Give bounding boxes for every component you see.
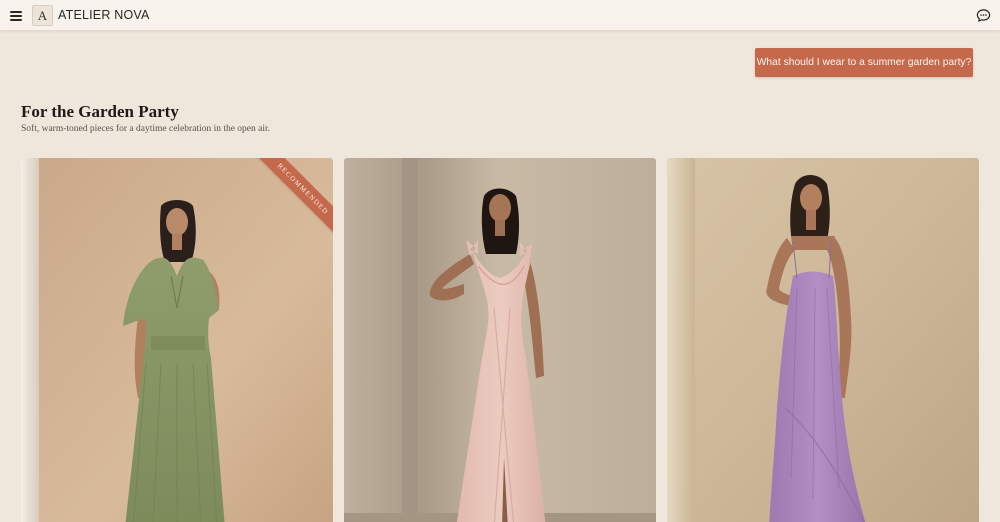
brand-name[interactable]: ATELIER NOVA bbox=[58, 8, 150, 22]
product-image-lavender-dress bbox=[667, 158, 979, 522]
user-query-bubble: What should I wear to a summer garden pa… bbox=[755, 48, 973, 77]
hamburger-menu-icon[interactable] bbox=[9, 9, 23, 22]
product-image-blush-dress bbox=[344, 158, 656, 522]
section-subtitle: Soft, warm-toned pieces for a daytime ce… bbox=[21, 124, 271, 134]
product-card-blush-dress[interactable] bbox=[344, 158, 656, 522]
product-card-sage-dress[interactable]: RECOMMENDED bbox=[21, 158, 333, 522]
product-card-lavender-dress[interactable] bbox=[667, 158, 979, 522]
section-title: For the Garden Party bbox=[21, 102, 179, 121]
top-bar: A ATELIER NOVA bbox=[0, 0, 1000, 31]
product-image-sage-dress bbox=[21, 158, 333, 522]
brand-logo[interactable]: A bbox=[32, 5, 53, 26]
chat-bubble-icon[interactable] bbox=[976, 8, 991, 23]
